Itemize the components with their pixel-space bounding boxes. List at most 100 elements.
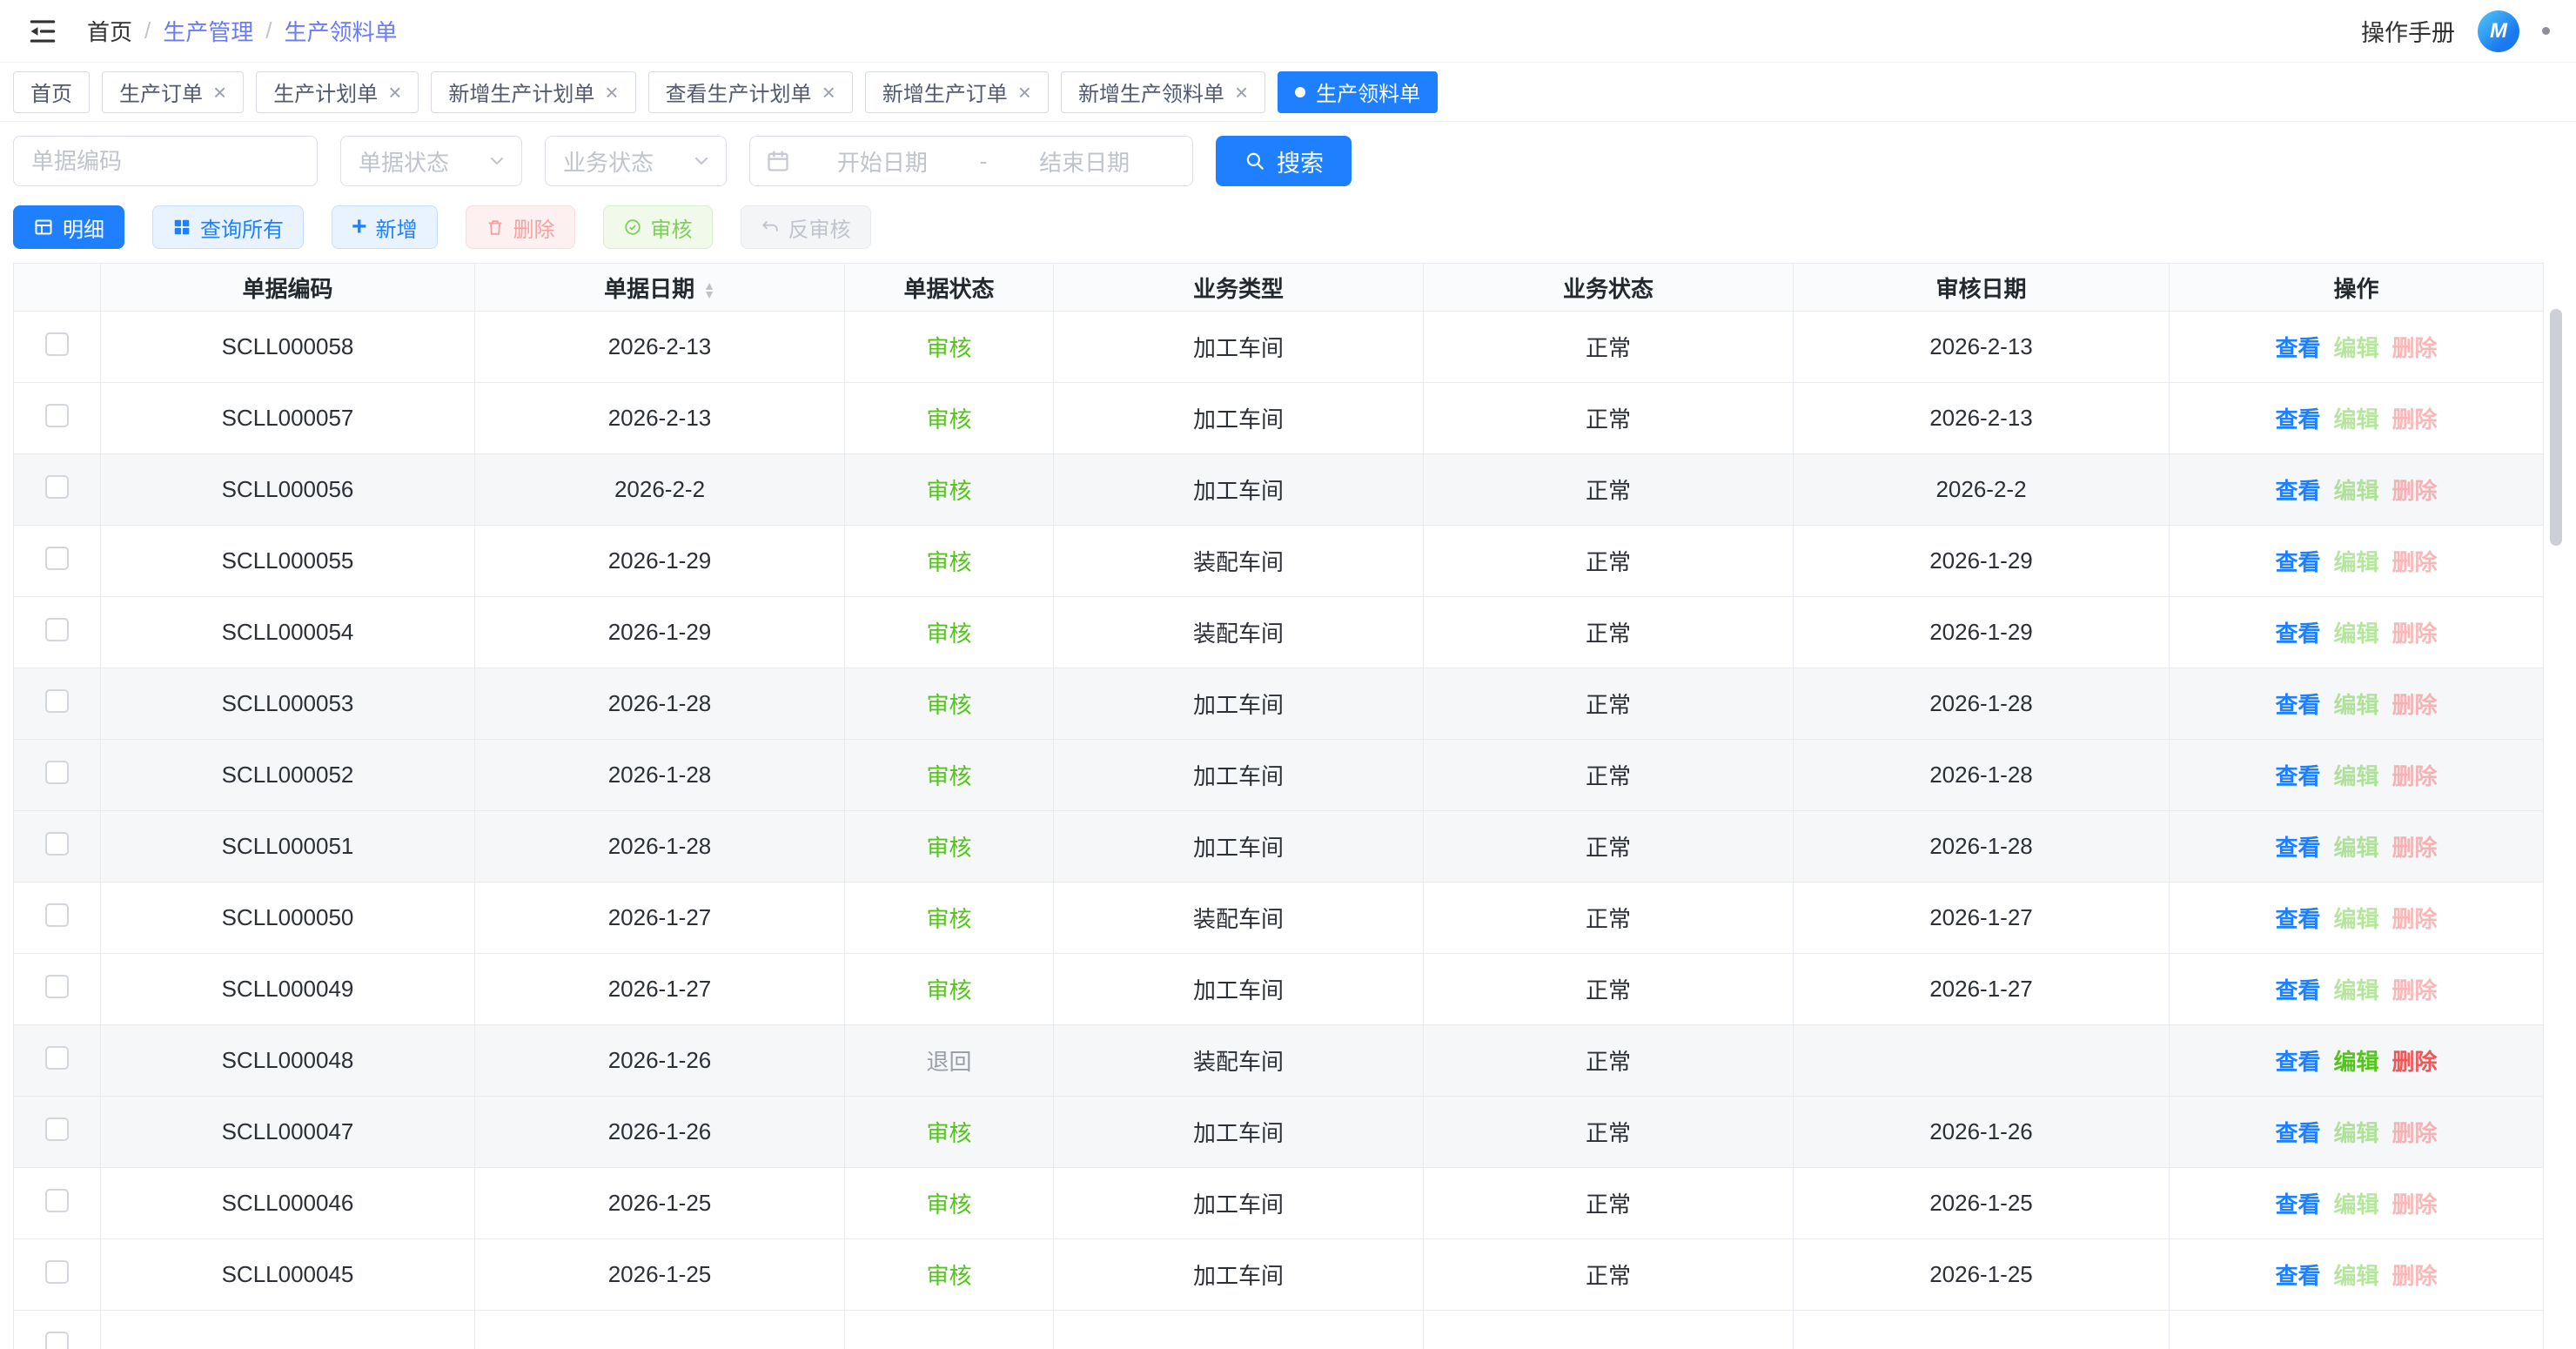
delete-link[interactable]: 删除	[2392, 473, 2438, 506]
edit-link[interactable]: 编辑	[2333, 616, 2378, 648]
view-link[interactable]: 查看	[2275, 331, 2320, 363]
view-link[interactable]: 查看	[2275, 688, 2320, 720]
delete-link[interactable]: 删除	[2392, 902, 2438, 934]
tab-close-icon[interactable]: ×	[213, 81, 226, 104]
query-all-button[interactable]: 查询所有	[152, 205, 304, 249]
view-link[interactable]: 查看	[2275, 830, 2320, 862]
page-tab[interactable]: 查看生产计划单 ×	[648, 71, 853, 113]
cell-doc-status: 审核	[845, 668, 1054, 740]
page-tab[interactable]: 首页	[13, 71, 90, 113]
delete-link[interactable]: 删除	[2392, 616, 2438, 648]
row-checkbox[interactable]	[45, 689, 69, 713]
col-header-doc-date[interactable]: 单据日期▲▼	[475, 264, 845, 312]
view-link[interactable]: 查看	[2275, 1187, 2320, 1219]
sidebar-collapse-icon[interactable]	[26, 12, 64, 50]
delete-link[interactable]: 删除	[2392, 688, 2438, 720]
page-tab[interactable]: 生产订单 ×	[102, 71, 244, 113]
tab-label: 查看生产计划单	[666, 77, 812, 107]
edit-link[interactable]: 编辑	[2333, 688, 2378, 720]
edit-link[interactable]: 编辑	[2333, 902, 2378, 934]
edit-link[interactable]: 编辑	[2333, 473, 2378, 506]
tab-close-icon[interactable]: ×	[388, 81, 401, 104]
edit-link[interactable]: 编辑	[2333, 545, 2378, 577]
row-checkbox[interactable]	[45, 1117, 69, 1141]
delete-link[interactable]: 删除	[2392, 1044, 2438, 1077]
cell-audit-date: 2026-1-26	[1794, 1097, 2170, 1168]
page-tab[interactable]: 生产计划单 ×	[256, 71, 419, 113]
edit-link[interactable]: 编辑	[2333, 1258, 2378, 1291]
vertical-scrollbar-thumb[interactable]	[2550, 309, 2562, 546]
row-checkbox[interactable]	[45, 1189, 69, 1212]
table-header-row: 单据编码 单据日期▲▼ 单据状态 业务类型 业务状态 审核日期 操作	[14, 264, 2544, 312]
page-tab[interactable]: 新增生产订单 ×	[865, 71, 1049, 113]
audit-button[interactable]: 审核	[603, 205, 713, 249]
row-checkbox[interactable]	[45, 1046, 69, 1070]
delete-link[interactable]: 删除	[2392, 759, 2438, 791]
avatar-logo: M	[2490, 19, 2507, 44]
view-link[interactable]: 查看	[2275, 402, 2320, 434]
delete-link[interactable]: 删除	[2392, 1258, 2438, 1291]
view-link[interactable]: 查看	[2275, 759, 2320, 791]
edit-link[interactable]: 编辑	[2333, 830, 2378, 862]
breadcrumb-production-management[interactable]: 生产管理	[163, 15, 253, 47]
view-link[interactable]: 查看	[2275, 973, 2320, 1005]
row-checkbox[interactable]	[45, 332, 69, 356]
row-checkbox[interactable]	[45, 547, 69, 570]
biz-status-select[interactable]: 业务状态	[545, 136, 727, 186]
edit-link[interactable]: 编辑	[2333, 1187, 2378, 1219]
page-tab[interactable]: 新增生产领料单 ×	[1061, 71, 1265, 113]
page-tab[interactable]: 新增生产计划单 ×	[431, 71, 635, 113]
row-checkbox[interactable]	[45, 761, 69, 784]
detail-button[interactable]: 明细	[13, 205, 124, 249]
cell-biz-type: 加工车间	[1054, 954, 1424, 1025]
page-tab[interactable]: 生产领料单	[1278, 71, 1438, 113]
tab-close-icon[interactable]: ×	[822, 81, 835, 104]
tab-close-icon[interactable]: ×	[1235, 81, 1248, 104]
row-checkbox[interactable]	[45, 903, 69, 927]
sort-icon[interactable]: ▲▼	[703, 282, 715, 299]
delete-link[interactable]: 删除	[2392, 830, 2438, 862]
edit-link[interactable]: 编辑	[2333, 402, 2378, 434]
row-checkbox[interactable]	[45, 618, 69, 641]
edit-link[interactable]: 编辑	[2333, 759, 2378, 791]
unaudit-button[interactable]: 反审核	[741, 205, 871, 249]
row-checkbox[interactable]	[45, 475, 69, 499]
view-link[interactable]: 查看	[2275, 902, 2320, 934]
breadcrumb-home[interactable]: 首页	[87, 15, 132, 47]
delete-link[interactable]: 删除	[2392, 545, 2438, 577]
delete-link[interactable]: 删除	[2392, 1116, 2438, 1148]
caret-down-icon[interactable]: ▼	[703, 291, 715, 299]
edit-link[interactable]: 编辑	[2333, 1044, 2378, 1077]
user-avatar[interactable]: M	[2478, 10, 2519, 52]
view-link[interactable]: 查看	[2275, 1116, 2320, 1148]
edit-link[interactable]: 编辑	[2333, 1116, 2378, 1148]
doc-code-input[interactable]	[13, 136, 318, 186]
view-link[interactable]: 查看	[2275, 1044, 2320, 1077]
cell-biz-status: 正常	[1424, 668, 1794, 740]
row-checkbox[interactable]	[45, 404, 69, 427]
row-checkbox[interactable]	[45, 1332, 69, 1349]
edit-link[interactable]: 编辑	[2333, 973, 2378, 1005]
delete-link[interactable]: 删除	[2392, 331, 2438, 363]
row-checkbox[interactable]	[45, 1260, 69, 1284]
user-menu-dot-icon[interactable]	[2542, 27, 2550, 35]
operation-manual-link[interactable]: 操作手册	[2361, 14, 2455, 48]
view-link[interactable]: 查看	[2275, 616, 2320, 648]
row-checkbox[interactable]	[45, 832, 69, 856]
view-link[interactable]: 查看	[2275, 473, 2320, 506]
add-button[interactable]: + 新增	[332, 205, 438, 249]
edit-link[interactable]: 编辑	[2333, 331, 2378, 363]
breadcrumb-current-page[interactable]: 生产领料单	[285, 15, 398, 47]
date-range-picker[interactable]: 开始日期 - 结束日期	[749, 136, 1193, 186]
tab-close-icon[interactable]: ×	[1018, 81, 1031, 104]
delete-link[interactable]: 删除	[2392, 1187, 2438, 1219]
row-checkbox[interactable]	[45, 975, 69, 998]
delete-link[interactable]: 删除	[2392, 402, 2438, 434]
tab-close-icon[interactable]: ×	[605, 81, 618, 104]
search-button[interactable]: 搜索	[1216, 136, 1352, 186]
view-link[interactable]: 查看	[2275, 545, 2320, 577]
delete-button[interactable]: 删除	[466, 205, 575, 249]
doc-status-select[interactable]: 单据状态	[340, 136, 522, 186]
delete-link[interactable]: 删除	[2392, 973, 2438, 1005]
view-link[interactable]: 查看	[2275, 1258, 2320, 1291]
